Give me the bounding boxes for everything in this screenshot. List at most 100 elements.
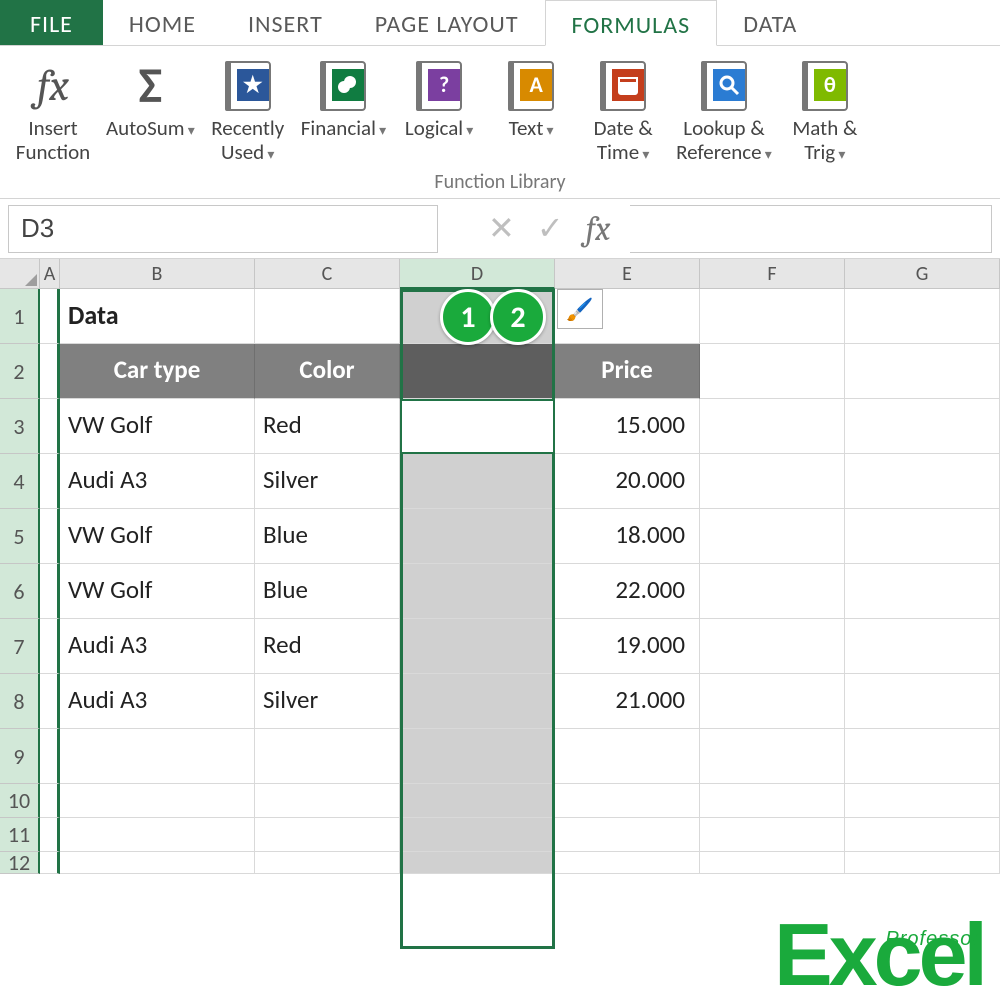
cell-g9[interactable]: [845, 729, 1000, 784]
row-header-8[interactable]: 8: [0, 674, 40, 729]
name-box[interactable]: [8, 205, 438, 253]
insert-function-button[interactable]: fx Insert Function: [8, 52, 98, 168]
cell-e10[interactable]: [555, 784, 700, 818]
cell-d8[interactable]: [400, 674, 555, 729]
row-header-10[interactable]: 10: [0, 784, 40, 818]
cell-b12[interactable]: [60, 852, 255, 874]
cell-f5[interactable]: [700, 509, 845, 564]
col-header-d[interactable]: D: [400, 259, 555, 289]
cell-a12[interactable]: [40, 852, 60, 874]
cell-d7[interactable]: [400, 619, 555, 674]
cell-f9[interactable]: [700, 729, 845, 784]
cell-d5[interactable]: [400, 509, 555, 564]
cell-g11[interactable]: [845, 818, 1000, 852]
col-header-f[interactable]: F: [700, 259, 845, 289]
cell-g4[interactable]: [845, 454, 1000, 509]
cell-b11[interactable]: [60, 818, 255, 852]
cell-b2[interactable]: Car type: [60, 344, 255, 399]
cell-e11[interactable]: [555, 818, 700, 852]
financial-button[interactable]: Financial: [295, 52, 392, 144]
cell-d10[interactable]: [400, 784, 555, 818]
cancel-icon[interactable]: ✕: [488, 209, 515, 248]
row-header-3[interactable]: 3: [0, 399, 40, 454]
date-time-button[interactable]: Date & Time: [578, 52, 668, 168]
cell-b3[interactable]: VW Golf: [60, 399, 255, 454]
tab-home[interactable]: HOME: [103, 0, 222, 45]
enter-icon[interactable]: ✓: [537, 209, 564, 248]
cell-f6[interactable]: [700, 564, 845, 619]
cell-g5[interactable]: [845, 509, 1000, 564]
cell-c4[interactable]: Silver: [255, 454, 400, 509]
cell-g12[interactable]: [845, 852, 1000, 874]
row-header-7[interactable]: 7: [0, 619, 40, 674]
select-all-triangle[interactable]: [0, 259, 40, 289]
cell-e2[interactable]: Price: [555, 344, 700, 399]
cell-g3[interactable]: [845, 399, 1000, 454]
cell-c8[interactable]: Silver: [255, 674, 400, 729]
cell-a3[interactable]: [40, 399, 60, 454]
col-header-c[interactable]: C: [255, 259, 400, 289]
cell-g1[interactable]: [845, 289, 1000, 344]
cell-b10[interactable]: [60, 784, 255, 818]
cell-f11[interactable]: [700, 818, 845, 852]
cell-c11[interactable]: [255, 818, 400, 852]
autosum-button[interactable]: Σ AutoSum: [100, 52, 201, 144]
row-header-5[interactable]: 5: [0, 509, 40, 564]
col-header-b[interactable]: B: [60, 259, 255, 289]
cell-c5[interactable]: Blue: [255, 509, 400, 564]
formula-input[interactable]: [630, 205, 992, 253]
cell-a4[interactable]: [40, 454, 60, 509]
cell-d9[interactable]: [400, 729, 555, 784]
cell-c7[interactable]: Red: [255, 619, 400, 674]
cell-c2[interactable]: Color: [255, 344, 400, 399]
cell-a11[interactable]: [40, 818, 60, 852]
cell-c10[interactable]: [255, 784, 400, 818]
tab-insert[interactable]: INSERT: [222, 0, 349, 45]
cell-c1[interactable]: [255, 289, 400, 344]
cell-g8[interactable]: [845, 674, 1000, 729]
cell-e4[interactable]: 20.000: [555, 454, 700, 509]
cell-d6[interactable]: [400, 564, 555, 619]
math-trig-button[interactable]: θ Math & Trig: [780, 52, 870, 168]
cell-f7[interactable]: [700, 619, 845, 674]
cell-c9[interactable]: [255, 729, 400, 784]
cell-b1[interactable]: Data: [60, 289, 255, 344]
cell-f12[interactable]: [700, 852, 845, 874]
cell-b8[interactable]: Audi A3: [60, 674, 255, 729]
cell-c3[interactable]: Red: [255, 399, 400, 454]
cell-f8[interactable]: [700, 674, 845, 729]
cell-d4[interactable]: [400, 454, 555, 509]
cell-g10[interactable]: [845, 784, 1000, 818]
row-header-9[interactable]: 9: [0, 729, 40, 784]
cell-c12[interactable]: [255, 852, 400, 874]
cell-e9[interactable]: [555, 729, 700, 784]
cell-f10[interactable]: [700, 784, 845, 818]
cell-e5[interactable]: 18.000: [555, 509, 700, 564]
cell-d12[interactable]: [400, 852, 555, 874]
cell-e3[interactable]: 15.000: [555, 399, 700, 454]
text-button[interactable]: A Text: [486, 52, 576, 144]
tab-formulas[interactable]: FORMULAS: [545, 0, 718, 46]
cell-e7[interactable]: 19.000: [555, 619, 700, 674]
cell-d2[interactable]: [400, 344, 555, 399]
fx-label-icon[interactable]: fx: [586, 209, 611, 249]
row-header-12[interactable]: 12: [0, 852, 40, 874]
cell-c6[interactable]: Blue: [255, 564, 400, 619]
cell-b9[interactable]: [60, 729, 255, 784]
cell-e8[interactable]: 21.000: [555, 674, 700, 729]
cell-d3[interactable]: [400, 399, 555, 454]
cell-a1[interactable]: [40, 289, 60, 344]
tab-file[interactable]: FILE: [0, 0, 103, 45]
cell-e12[interactable]: [555, 852, 700, 874]
cell-a5[interactable]: [40, 509, 60, 564]
row-header-2[interactable]: 2: [0, 344, 40, 399]
cell-a6[interactable]: [40, 564, 60, 619]
cell-f2[interactable]: [700, 344, 845, 399]
cell-a8[interactable]: [40, 674, 60, 729]
cell-a7[interactable]: [40, 619, 60, 674]
cell-f3[interactable]: [700, 399, 845, 454]
cell-g7[interactable]: [845, 619, 1000, 674]
tab-data[interactable]: DATA: [717, 0, 823, 45]
row-header-11[interactable]: 11: [0, 818, 40, 852]
col-header-a[interactable]: A: [40, 259, 60, 289]
